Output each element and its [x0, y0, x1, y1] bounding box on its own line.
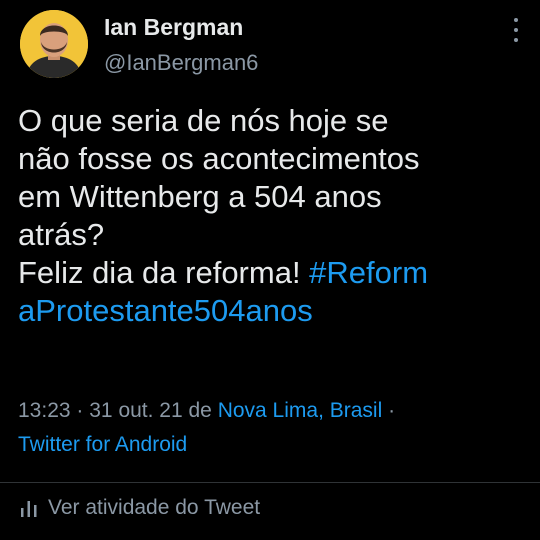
- tweet-line: O que seria de nós hoje se: [18, 103, 389, 138]
- location-link[interactable]: Nova Lima, Brasil: [218, 399, 383, 422]
- tweet-header: Ian Bergman @IanBergman6: [0, 0, 540, 92]
- author-name[interactable]: Ian Bergman: [104, 14, 243, 41]
- meta-line: 13:23 · 31 out. 21 de Nova Lima, Brasil …: [18, 394, 528, 428]
- tweet-time[interactable]: 13:23: [18, 399, 71, 422]
- tweet-meta: 13:23 · 31 out. 21 de Nova Lima, Brasil …: [18, 394, 528, 462]
- tweet-line: em Wittenberg a 504 anos: [18, 179, 382, 214]
- hashtag-link-continued[interactable]: aProtestante504anos: [18, 292, 530, 330]
- tweet-text: O que seria de nós hoje se não fosse os …: [18, 102, 530, 330]
- view-activity-label: Ver atividade do Tweet: [48, 496, 261, 519]
- tweet-date[interactable]: 31 out. 21 de: [89, 399, 212, 422]
- author-handle[interactable]: @IanBergman6: [104, 50, 258, 76]
- tweet-line: atrás?: [18, 217, 105, 252]
- view-activity-button[interactable]: Ver atividade do Tweet: [18, 492, 260, 524]
- more-dot: [514, 28, 518, 32]
- divider: [0, 482, 540, 483]
- meta-separator: ·: [388, 399, 396, 422]
- source-link[interactable]: Twitter for Android: [18, 428, 528, 462]
- meta-separator: ·: [76, 399, 84, 422]
- analytics-icon: [21, 501, 37, 517]
- tweet-line: Feliz dia da reforma! #Reform: [18, 254, 530, 292]
- avatar-image: [20, 10, 88, 78]
- tweet-line-text: Feliz dia da reforma!: [18, 255, 310, 290]
- hashtag-link[interactable]: #Reform: [309, 255, 428, 290]
- more-dot: [514, 38, 518, 42]
- avatar[interactable]: [20, 10, 88, 78]
- more-dot: [514, 18, 518, 22]
- more-options-icon[interactable]: [506, 18, 526, 42]
- tweet-line: não fosse os acontecimentos: [18, 141, 420, 176]
